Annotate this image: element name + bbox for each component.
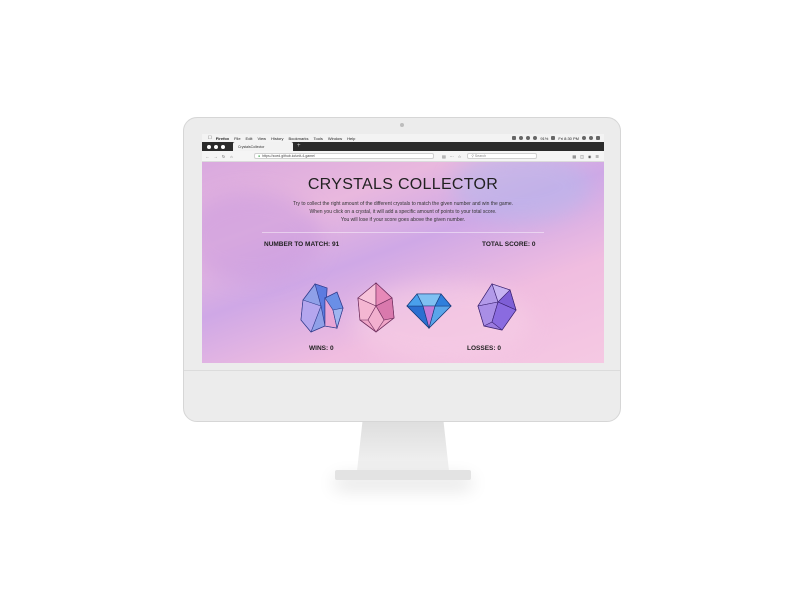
browser-tab[interactable]: CrystalsCollector xyxy=(233,142,293,151)
chin-divider xyxy=(184,370,620,371)
forward-arrow-icon[interactable]: → xyxy=(213,154,218,159)
apple-icon[interactable]:  xyxy=(208,135,212,141)
library-icon[interactable]: ▦ xyxy=(572,154,576,159)
wins-counter: WINS: 0 xyxy=(309,345,334,352)
search-placeholder: Search xyxy=(474,154,487,158)
window-controls xyxy=(207,144,225,149)
browser-tabbar: CrystalsCollector + xyxy=(202,142,604,151)
reader-view-icon[interactable]: ▤ xyxy=(442,154,446,159)
battery-percent[interactable]: 91% xyxy=(540,136,548,141)
instructions: Try to collect the right amount of the d… xyxy=(202,200,604,224)
browser-navbar: ← → ↻ ⌂ ● https://zoed.github.io/unit-4-… xyxy=(202,151,604,162)
tab-title: CrystalsCollector xyxy=(238,144,265,149)
notification-center-icon[interactable] xyxy=(596,136,600,140)
page-actions-icon[interactable]: ⋯ xyxy=(450,154,454,159)
instruction-line: Try to collect the right amount of the d… xyxy=(292,201,514,207)
macos-menubar:  Firefox File Edit View History Bookmar… xyxy=(202,134,604,142)
menu-hamburger-icon[interactable]: ☰ xyxy=(595,154,599,159)
menu-view[interactable]: View xyxy=(257,136,266,141)
menu-app-name[interactable]: Firefox xyxy=(216,136,229,141)
status-tray: 91% Fri 8:30 PM xyxy=(512,136,600,141)
menu-edit[interactable]: Edit xyxy=(246,136,253,141)
spotlight-icon[interactable] xyxy=(582,136,586,140)
instruction-line: You will lose if your score goes above t… xyxy=(340,217,466,223)
time-machine-icon[interactable] xyxy=(519,136,524,140)
pocket-icon[interactable]: ◉ xyxy=(588,154,592,159)
game-page: CRYSTALS COLLECTOR Try to collect the ri… xyxy=(202,162,604,363)
zoom-window-button[interactable] xyxy=(221,144,225,149)
pink-crystal-button[interactable] xyxy=(352,280,400,335)
screen:  Firefox File Edit View History Bookmar… xyxy=(202,134,604,363)
number-to-match: NUMBER TO MATCH: 91 xyxy=(264,241,340,248)
bookmark-star-icon[interactable]: ☆ xyxy=(458,154,462,159)
new-tab-button[interactable]: + xyxy=(297,142,301,151)
urlbar-actions: ▤ ⋯ ☆ xyxy=(442,154,461,159)
purple-crystal-button[interactable] xyxy=(472,280,520,335)
home-icon[interactable]: ⌂ xyxy=(229,154,234,159)
total-score: TOTAL SCORE: 0 xyxy=(482,241,536,248)
instruction-line: When you click on a crystal, it will add… xyxy=(309,209,497,215)
divider xyxy=(262,232,544,233)
close-window-button[interactable] xyxy=(207,144,211,149)
dropbox-icon[interactable] xyxy=(512,136,517,140)
siri-icon[interactable] xyxy=(589,136,593,140)
menu-bookmarks[interactable]: Bookmarks xyxy=(289,136,309,141)
imac-stand xyxy=(357,421,449,471)
menu-help[interactable]: Help xyxy=(347,136,355,141)
url-text: https://zoed.github.io/unit-4-game/ xyxy=(262,154,316,158)
page-title: CRYSTALS COLLECTOR xyxy=(307,176,499,193)
menu-tools[interactable]: Tools xyxy=(314,136,323,141)
bluetooth-icon[interactable] xyxy=(526,136,531,140)
menu-file[interactable]: File xyxy=(234,136,240,141)
imac-monitor:  Firefox File Edit View History Bookmar… xyxy=(183,117,621,422)
battery-icon[interactable] xyxy=(551,136,556,140)
blue-diamond-button[interactable] xyxy=(405,280,453,335)
imac-base xyxy=(335,470,471,480)
camera-dot xyxy=(400,123,404,127)
toolbar-right: ▦ ◫ ◉ ☰ xyxy=(572,154,599,159)
reload-icon[interactable]: ↻ xyxy=(221,154,226,159)
blue-purple-crystal-button[interactable] xyxy=(297,280,345,335)
search-input[interactable]: ⚲ Search xyxy=(467,153,538,159)
back-arrow-icon[interactable]: ← xyxy=(205,154,210,159)
minimize-window-button[interactable] xyxy=(214,144,218,149)
menu-history[interactable]: History xyxy=(271,136,283,141)
lock-icon: ● xyxy=(258,154,261,158)
menu-window[interactable]: Window xyxy=(328,136,342,141)
losses-counter: LOSSES: 0 xyxy=(467,345,501,352)
wifi-icon[interactable] xyxy=(533,136,538,140)
sidebar-icon[interactable]: ◫ xyxy=(580,154,584,159)
url-bar[interactable]: ● https://zoed.github.io/unit-4-game/ xyxy=(254,153,434,159)
clock[interactable]: Fri 8:30 PM xyxy=(558,136,579,141)
